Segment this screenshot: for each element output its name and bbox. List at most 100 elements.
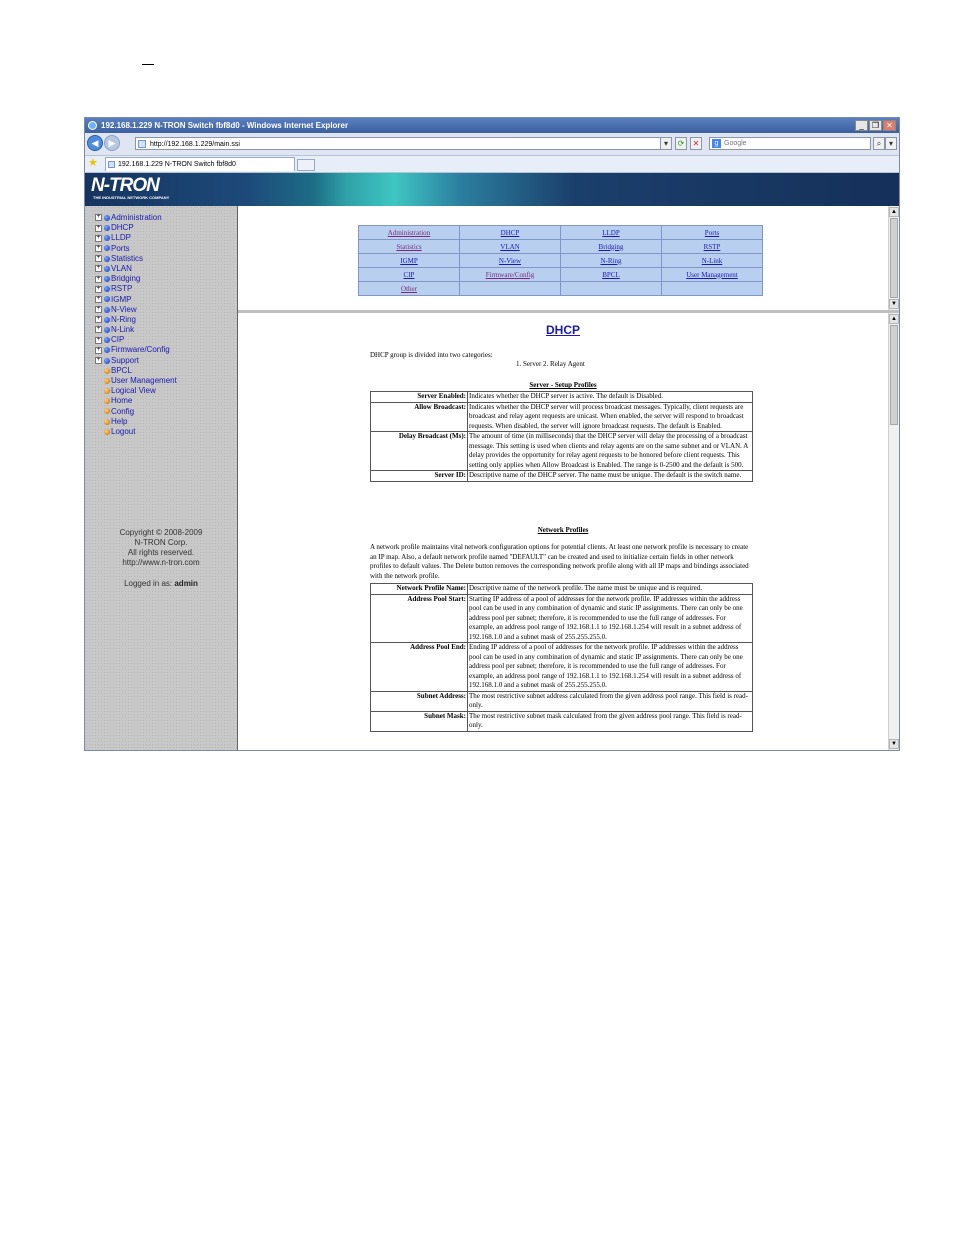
url-dropdown-icon[interactable]: ▾: [660, 137, 672, 150]
expand-icon[interactable]: +: [95, 326, 102, 334]
definition-row: Server Enabled: Indicates whether the DHC…: [370, 391, 753, 403]
menu-link-ports[interactable]: Ports: [705, 229, 719, 237]
menu-cell: [661, 281, 763, 296]
sidebar-item-help[interactable]: Help: [95, 417, 177, 427]
sidebar-item-label: Administration: [111, 213, 162, 222]
expand-icon[interactable]: +: [95, 244, 102, 252]
sidebar-item-cip[interactable]: + CIP: [95, 335, 177, 345]
sidebar-item-logical-view[interactable]: Logical View: [95, 386, 177, 396]
sidebar-item-dhcp[interactable]: + DHCP: [95, 223, 177, 233]
scroll-up-icon[interactable]: ▲: [889, 314, 899, 324]
content-scrollbar[interactable]: ▲ ▼: [888, 313, 899, 750]
menu-link-dhcp[interactable]: DHCP: [501, 229, 520, 237]
nav-sidebar: + Administration + DHCP + LLDP + Ports + Statisti…: [85, 206, 238, 750]
sidebar-item-label: RSTP: [111, 284, 133, 294]
menu-cell: Bridging: [560, 239, 662, 254]
sidebar-item-bridging[interactable]: + Bridging: [95, 274, 177, 284]
scroll-up-icon[interactable]: ▲: [889, 207, 899, 217]
sidebar-item-vlan[interactable]: + VLAN: [95, 264, 177, 274]
menu-link-lldp[interactable]: LLDP: [602, 229, 620, 237]
sidebar-item-administration[interactable]: + Administration: [95, 213, 177, 223]
blue-bullet-icon: [104, 286, 110, 293]
expand-icon[interactable]: +: [95, 295, 102, 303]
sidebar-item-logout[interactable]: Logout: [95, 427, 177, 437]
menu-link-bridging[interactable]: Bridging: [599, 243, 624, 251]
expand-icon[interactable]: +: [95, 336, 102, 344]
expand-icon[interactable]: +: [95, 306, 102, 314]
search-icon[interactable]: ⌕: [873, 137, 885, 150]
url-field[interactable]: http://192.168.1.229/main.ssi: [135, 137, 670, 150]
sidebar-item-user-management[interactable]: User Management: [95, 376, 177, 386]
favorites-star-icon[interactable]: ★: [88, 157, 98, 170]
search-options-icon[interactable]: ▾: [885, 137, 897, 150]
menu-link-user-management[interactable]: User Management: [686, 271, 738, 279]
scroll-thumb[interactable]: [890, 325, 898, 425]
sidebar-item-label: Statistics: [111, 253, 144, 263]
definition-row: Subnet Address: The most restrictive subn…: [370, 690, 753, 712]
expand-icon[interactable]: +: [95, 224, 102, 232]
scroll-thumb[interactable]: [890, 218, 898, 298]
definition-row: Subnet Mask: The most restrictive subnet …: [370, 710, 753, 732]
orange-bullet-icon: [104, 398, 110, 405]
menu-link-rstp[interactable]: RSTP: [704, 243, 721, 251]
scroll-down-icon[interactable]: ▼: [889, 739, 899, 749]
sidebar-item-n-link[interactable]: + N-Link: [95, 325, 177, 335]
menu-link-igmp[interactable]: IGMP: [400, 257, 418, 265]
expand-icon[interactable]: +: [95, 265, 102, 273]
stop-icon[interactable]: ✕: [690, 137, 702, 150]
sidebar-item-label: Ports: [111, 243, 130, 253]
menu-row: Statistics VLAN Bridging RSTP: [358, 239, 763, 254]
sidebar-item-lldp[interactable]: + LLDP: [95, 233, 177, 243]
blue-bullet-icon: [104, 245, 110, 252]
tab-current[interactable]: 192.168.1.229 N-TRON Switch fbf8d0: [105, 157, 295, 171]
sidebar-item-home[interactable]: Home: [95, 396, 177, 406]
sidebar-item-rstp[interactable]: + RSTP: [95, 284, 177, 294]
blue-bullet-icon: [104, 296, 110, 303]
minimize-button[interactable]: _: [855, 120, 868, 131]
sidebar-item-n-view[interactable]: + N-View: [95, 305, 177, 315]
menu-link-other[interactable]: Other: [401, 285, 417, 293]
expand-icon[interactable]: +: [95, 285, 102, 293]
sidebar-item-support[interactable]: + Support: [95, 356, 177, 366]
menu-link-cip[interactable]: CIP: [404, 271, 415, 279]
menu-cell: N-Ring: [560, 253, 662, 268]
menu-link-administration[interactable]: Administration: [388, 229, 430, 237]
sidebar-item-label: N-View: [111, 304, 137, 314]
back-icon[interactable]: ◀: [87, 135, 103, 151]
sidebar-item-config[interactable]: Config: [95, 407, 177, 417]
expand-icon[interactable]: +: [95, 255, 102, 263]
forward-icon[interactable]: ▶: [104, 135, 120, 151]
new-tab-button[interactable]: [297, 159, 315, 171]
menu-scrollbar[interactable]: ▲ ▼: [888, 206, 899, 310]
sidebar-item-label: LLDP: [111, 233, 132, 243]
maximize-button[interactable]: ❐: [869, 120, 882, 131]
menu-link-n-ring[interactable]: N-Ring: [601, 257, 622, 265]
orange-bullet-icon: [104, 367, 110, 374]
definition-row: Network Profile Name: Descriptive name of…: [370, 583, 753, 595]
expand-icon[interactable]: +: [95, 275, 102, 283]
menu-link-statistics[interactable]: Statistics: [396, 243, 421, 251]
blue-bullet-icon: [104, 347, 110, 354]
menu-link-vlan[interactable]: VLAN: [500, 243, 519, 251]
menu-row: CIP Firmware/Config BPCL User Management: [358, 267, 763, 282]
expand-icon[interactable]: +: [95, 316, 102, 324]
scroll-down-icon[interactable]: ▼: [889, 299, 899, 309]
search-field[interactable]: g Google: [709, 137, 871, 150]
sidebar-item-n-ring[interactable]: + N-Ring: [95, 315, 177, 325]
sidebar-item-bpcl[interactable]: BPCL: [95, 366, 177, 376]
menu-link-firmware-config[interactable]: Firmware/Config: [486, 271, 535, 279]
sidebar-item-statistics[interactable]: + Statistics: [95, 254, 177, 264]
network-heading: Network Profiles: [537, 526, 589, 534]
refresh-icon[interactable]: ⟳: [675, 137, 687, 150]
expand-icon[interactable]: +: [95, 346, 102, 354]
expand-icon[interactable]: +: [95, 357, 102, 365]
sidebar-item-igmp[interactable]: + IGMP: [95, 295, 177, 305]
sidebar-item-firmware-config[interactable]: + Firmware/Config: [95, 345, 177, 355]
menu-link-n-link[interactable]: N-Link: [702, 257, 723, 265]
close-button[interactable]: ✕: [883, 120, 896, 131]
menu-link-n-view[interactable]: N-View: [499, 257, 521, 265]
menu-link-bpcl[interactable]: BPCL: [602, 271, 620, 279]
expand-icon[interactable]: +: [95, 234, 102, 242]
expand-icon[interactable]: +: [95, 214, 102, 222]
sidebar-item-ports[interactable]: + Ports: [95, 244, 177, 254]
